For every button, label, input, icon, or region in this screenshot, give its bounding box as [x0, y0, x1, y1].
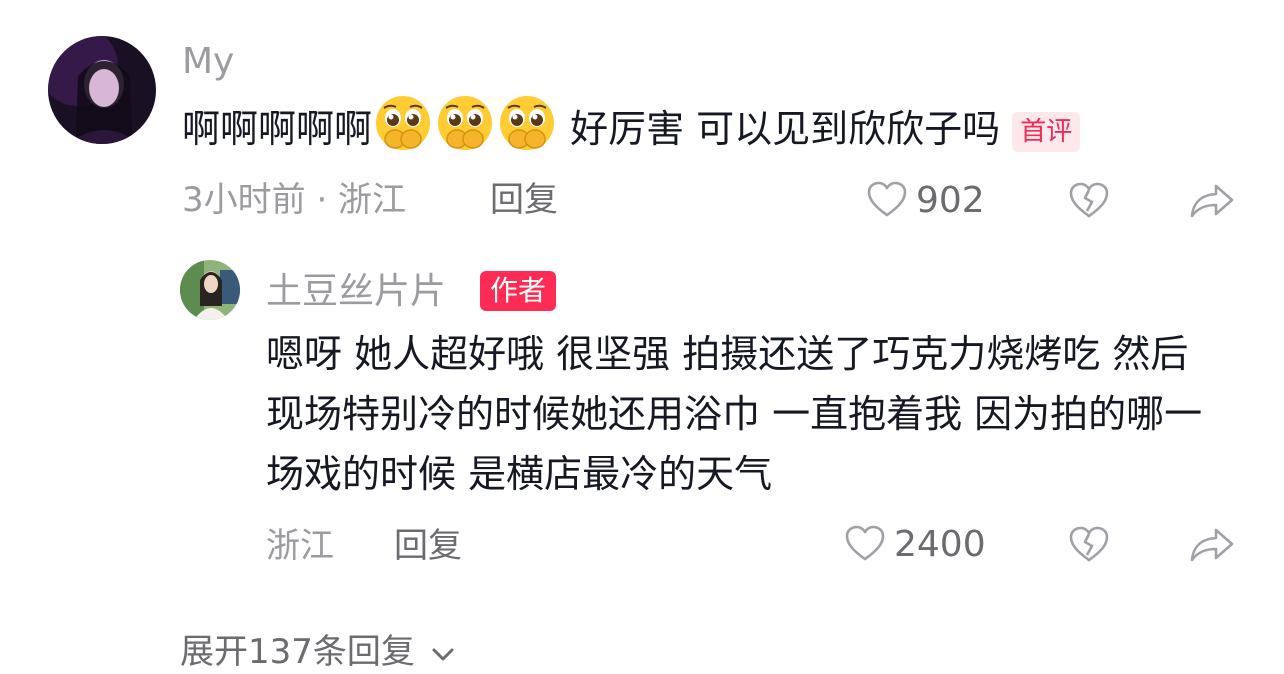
- commenter-avatar[interactable]: [48, 36, 156, 144]
- first-comment-badge: 首评: [1012, 111, 1081, 152]
- pleading-face-covering-mouth-icon: [498, 94, 556, 169]
- pleading-face-covering-mouth-icon: [436, 94, 494, 169]
- reply-item: 土豆丝片片 作者 嗯呀 她人超好哦 很坚强 拍摄还送了巧克力烧烤吃 然后现场特别…: [0, 240, 1284, 580]
- author-badge: 作者: [480, 271, 557, 311]
- heart-icon: [844, 524, 886, 566]
- reply-text: 嗯呀 她人超好哦 很坚强 拍摄还送了巧克力烧烤吃 然后现场特别冷的时候她还用浴巾…: [266, 332, 1203, 496]
- share-arrow-icon[interactable]: [1188, 526, 1236, 568]
- chevron-down-icon: [430, 634, 456, 674]
- reply-author-username[interactable]: 土豆丝片片: [266, 272, 446, 312]
- comment-text: 啊啊啊啊啊 好厉害 可以见到欣欣子吗 首评: [182, 94, 1242, 169]
- reply-like-count: 2400: [894, 524, 986, 565]
- expand-replies-button[interactable]: 展开137条回复: [180, 624, 456, 674]
- comment-item: My 啊啊啊啊啊 好厉害 可以见到欣欣子吗 首评 3小时前 · 浙江 回复 902: [0, 0, 1284, 240]
- share-arrow-icon[interactable]: [1188, 182, 1236, 224]
- like-count: 902: [916, 180, 985, 221]
- pleading-face-covering-mouth-icon: [374, 94, 432, 169]
- expand-replies-label: 展开137条回复: [180, 632, 415, 672]
- heart-icon: [866, 180, 908, 222]
- dislike-broken-heart-icon[interactable]: [1068, 181, 1110, 223]
- reply-author-avatar[interactable]: [180, 260, 240, 320]
- dislike-broken-heart-icon[interactable]: [1068, 525, 1110, 567]
- comment-text-end: 好厉害 可以见到欣欣子吗: [558, 107, 1001, 151]
- reply-location: 浙江: [266, 526, 334, 566]
- like-button[interactable]: 902: [866, 180, 985, 222]
- reply-reply-button[interactable]: 回复: [394, 526, 462, 566]
- reply-like-button[interactable]: 2400: [844, 524, 986, 566]
- comment-timestamp-location: 3小时前 · 浙江: [182, 180, 407, 220]
- commenter-username[interactable]: My: [182, 42, 234, 82]
- comment-text-start: 啊啊啊啊啊: [182, 107, 373, 151]
- reply-button[interactable]: 回复: [490, 180, 558, 220]
